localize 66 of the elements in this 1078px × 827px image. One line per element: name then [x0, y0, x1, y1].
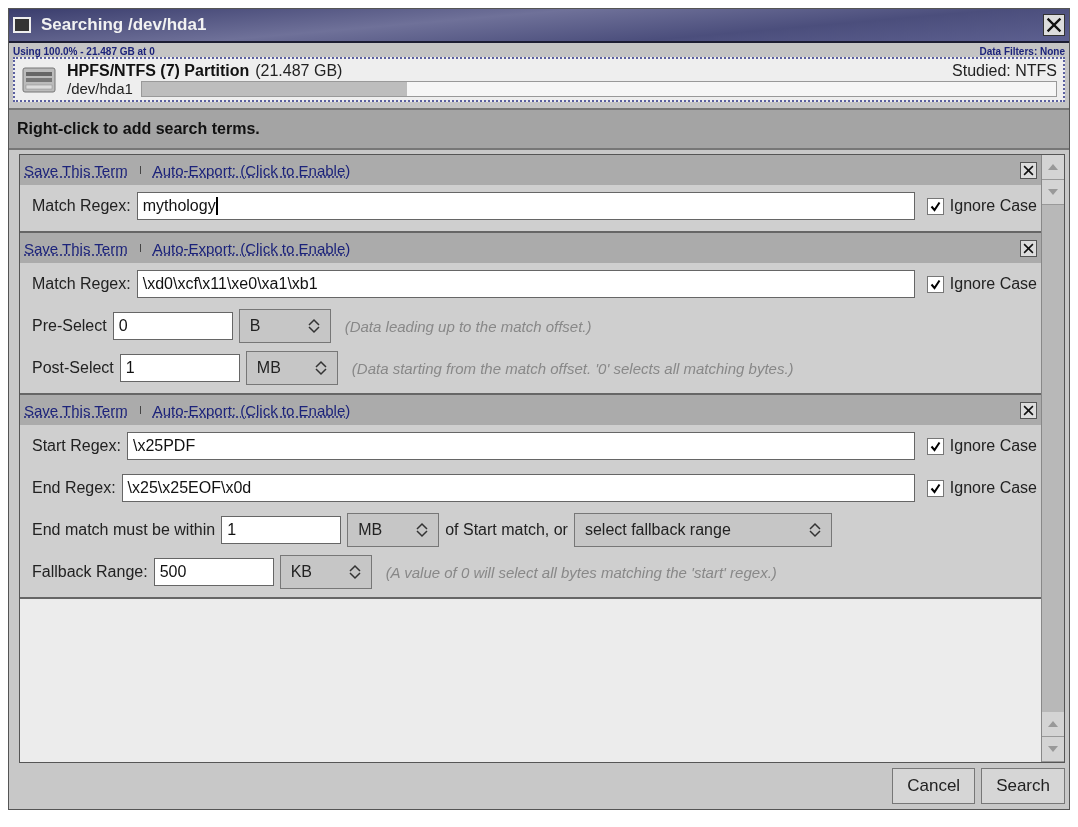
- filters-text: Data Filters: None: [979, 46, 1065, 57]
- unit-select[interactable]: B: [238, 309, 331, 343]
- updown-icon: [808, 522, 821, 538]
- field-label: Post-Select: [32, 359, 114, 377]
- fallback-select[interactable]: select fallback range: [573, 513, 832, 547]
- close-button[interactable]: [1043, 14, 1065, 36]
- checkbox-label: Ignore Case: [949, 275, 1037, 293]
- device-path: /dev/hda1: [67, 80, 133, 97]
- updown-icon: [314, 360, 327, 376]
- instruction-text: Right-click to add search terms.: [17, 120, 260, 138]
- window-icon[interactable]: [13, 17, 31, 33]
- triangle-up-icon: [1048, 164, 1058, 170]
- field-label: End match must be within: [32, 521, 216, 539]
- regex-field[interactable]: \xd0\xcf\x11\xe0\xa1\xb1: [136, 270, 915, 298]
- triangle-down-icon: [1048, 746, 1058, 752]
- updown-icon: [348, 564, 361, 580]
- studied-text: Studied: NTFS: [952, 62, 1057, 80]
- remove-term-button[interactable]: [1020, 239, 1037, 257]
- close-icon: [1023, 404, 1034, 416]
- save-term-link[interactable]: Save This Term: [24, 401, 128, 419]
- ignore-case-checkbox[interactable]: [926, 197, 944, 215]
- ignore-case-checkbox[interactable]: [926, 275, 944, 293]
- field-label: End Regex:: [32, 479, 116, 497]
- updown-icon: [416, 522, 429, 538]
- triangle-up-icon: [1048, 721, 1058, 727]
- hint-text: (Data leading up to the match offset.): [344, 317, 592, 335]
- unit-select[interactable]: MB: [347, 513, 440, 547]
- ignore-case-checkbox[interactable]: [926, 479, 944, 497]
- partition-name: HPFS/NTFS (7) Partition (21.487 GB): [67, 62, 343, 80]
- amount-field[interactable]: 1: [119, 354, 240, 382]
- hint-text: (Data starting from the match offset. '0' selects all matching bytes.): [351, 359, 794, 377]
- save-term-link[interactable]: Save This Term: [24, 161, 128, 179]
- checkbox-label: Ignore Case: [949, 197, 1037, 215]
- hint-text: (A value of 0 will select all bytes matching the 'start' regex.): [385, 563, 777, 581]
- amount-field[interactable]: 0: [112, 312, 233, 340]
- auto-export-link[interactable]: Auto-Export: (Click to Enable): [152, 239, 351, 257]
- close-icon: [1023, 242, 1034, 254]
- updown-icon: [307, 318, 320, 334]
- checkbox-label: Ignore Case: [949, 479, 1037, 497]
- amount-field[interactable]: 500: [153, 558, 274, 586]
- unit-select[interactable]: KB: [279, 555, 372, 589]
- auto-export-link[interactable]: Auto-Export: (Click to Enable): [152, 401, 351, 419]
- field-label: Fallback Range:: [32, 563, 148, 581]
- amount-field[interactable]: 1: [221, 516, 342, 544]
- field-label: of Start match, or: [445, 521, 568, 539]
- regex-field[interactable]: \x25\x25EOF\x0d: [121, 474, 915, 502]
- auto-export-link[interactable]: Auto-Export: (Click to Enable): [152, 161, 351, 179]
- regex-field[interactable]: mythology: [136, 192, 915, 220]
- regex-field[interactable]: \x25PDF: [126, 432, 915, 460]
- close-icon: [1046, 17, 1062, 33]
- dialog-button[interactable]: Search: [981, 768, 1065, 804]
- triangle-down-icon: [1048, 189, 1058, 195]
- unit-select[interactable]: MB: [245, 351, 338, 385]
- field-label: Match Regex:: [32, 275, 131, 293]
- save-term-link[interactable]: Save This Term: [24, 239, 128, 257]
- usage-text: Using 100.0% - 21.487 GB at 0: [13, 46, 155, 57]
- field-label: Start Regex:: [32, 437, 121, 455]
- remove-term-button[interactable]: [1020, 161, 1037, 179]
- close-icon: [1023, 164, 1034, 176]
- remove-term-button[interactable]: [1020, 401, 1037, 419]
- dialog-button[interactable]: Cancel: [892, 768, 976, 804]
- checkbox-label: Ignore Case: [949, 437, 1037, 455]
- ignore-case-checkbox[interactable]: [926, 437, 944, 455]
- window-title: Searching /dev/hda1: [41, 15, 208, 35]
- field-label: Pre-Select: [32, 317, 107, 335]
- field-label: Match Regex:: [32, 197, 131, 215]
